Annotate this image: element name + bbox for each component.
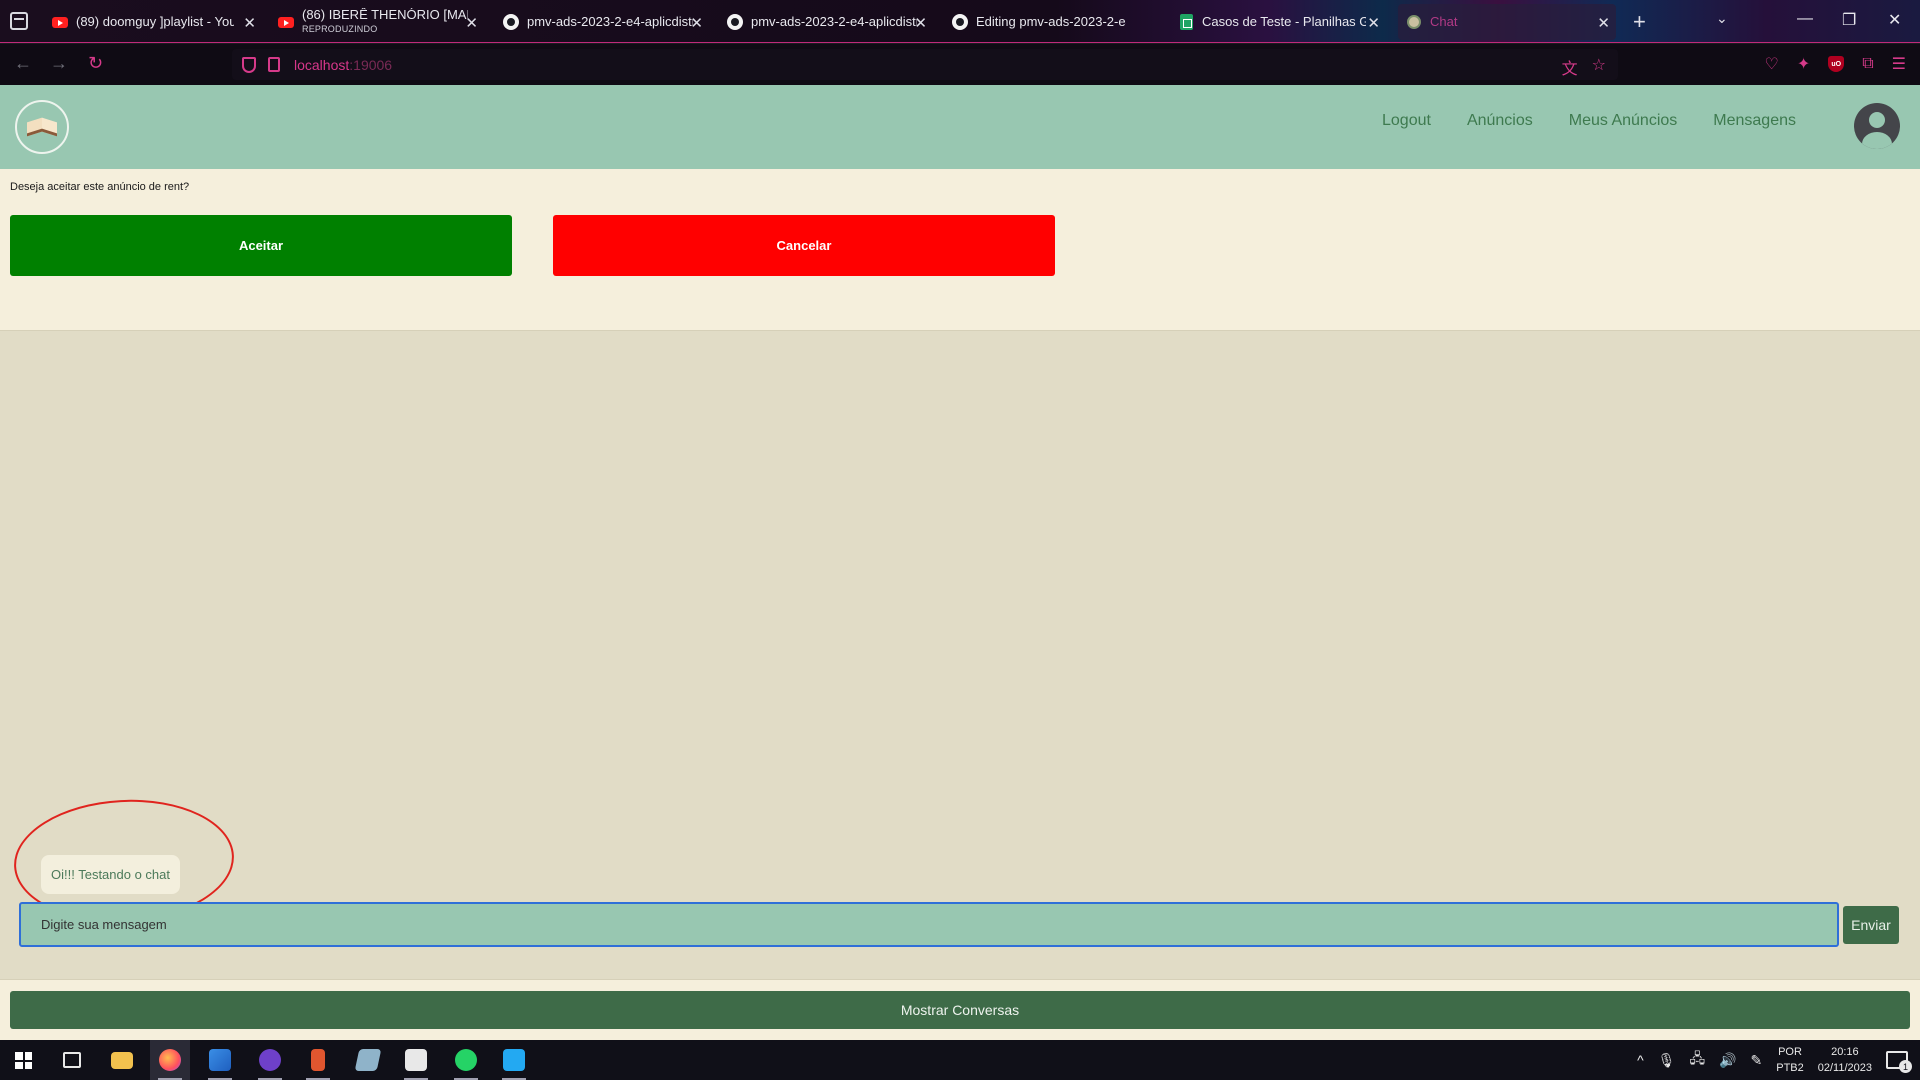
- new-tab-icon[interactable]: +: [1633, 9, 1646, 35]
- message-input[interactable]: [19, 902, 1839, 947]
- clock-time: 20:16: [1831, 1046, 1859, 1058]
- accept-button[interactable]: Aceitar: [10, 215, 512, 276]
- site-header: Logout Anúncios Meus Anúncios Mensagens: [0, 85, 1920, 169]
- notification-count: 1: [1899, 1060, 1912, 1073]
- keyboard-layout: PTB2: [1776, 1062, 1804, 1074]
- chat-favicon: [1406, 14, 1422, 30]
- url-host: localhost: [294, 56, 350, 73]
- task-view-icon[interactable]: [63, 1052, 81, 1068]
- clock-date: 02/11/2023: [1817, 1062, 1872, 1074]
- tab-title: (89) doomguy ]playlist - YouTube: [76, 15, 234, 29]
- youtube-icon: [52, 14, 68, 30]
- url-port: :19006: [349, 56, 393, 73]
- close-icon[interactable]: ✕: [243, 14, 256, 32]
- nav-meus-anuncios[interactable]: Meus Anúncios: [1569, 112, 1678, 130]
- tab-title: Casos de Teste - Planilhas Google: [1202, 15, 1366, 29]
- network-icon[interactable]: 🖧: [1689, 1048, 1705, 1072]
- close-icon[interactable]: ✕: [914, 14, 927, 32]
- book-logo-icon[interactable]: [15, 100, 69, 154]
- language-code: POR: [1778, 1046, 1802, 1058]
- github-icon: [503, 14, 519, 30]
- crop-screenshot-icon[interactable]: ⧉: [1862, 55, 1873, 73]
- notes-app-icon[interactable]: [348, 1040, 388, 1080]
- ublock-origin-icon[interactable]: uO: [1828, 56, 1845, 72]
- tab-title: pmv-ads-2023-2-e4-aplicdistrib-pmv-ads: [527, 15, 693, 29]
- reload-icon[interactable]: ↻: [88, 53, 103, 74]
- menu-icon[interactable]: ☰: [1892, 54, 1906, 74]
- chat-panel: Oi!!! Testando o chat Enviar: [0, 330, 1920, 980]
- forward-icon[interactable]: →: [50, 53, 68, 74]
- pocket-icon[interactable]: ♡: [1764, 54, 1778, 74]
- browser-tab-strip: (89) doomguy ]playlist - YouTube ✕ (86) …: [0, 0, 1920, 43]
- system-tray: ^ 🎙 🖧 🔊 ✎ POR PTB2 20:16 02/11/2023 1: [1637, 1040, 1920, 1080]
- github-icon: [727, 14, 743, 30]
- nav-anuncios[interactable]: Anúncios: [1467, 112, 1533, 130]
- tab-youtube-ibere[interactable]: (86) IBERÊ THENÓRIO [MANUAL DO MUNDO] RE…: [278, 4, 484, 40]
- notepad-icon[interactable]: [396, 1040, 436, 1080]
- tab-title: pmv-ads-2023-2-e4-aplicdistrib-pmv-ads: [751, 15, 917, 29]
- browser-toolbar: ← → ↻ localhost:19006 文 ☆ ♡ ✦ uO ⧉ ☰: [0, 44, 1920, 85]
- send-button[interactable]: Enviar: [1843, 906, 1899, 944]
- minimize-icon[interactable]: —: [1797, 10, 1813, 28]
- nav-mensagens[interactable]: Mensagens: [1713, 112, 1796, 130]
- tab-github-2[interactable]: pmv-ads-2023-2-e4-aplicdistrib-pmv-ads ✕: [727, 4, 933, 40]
- youtube-icon: [278, 14, 294, 30]
- url-bar[interactable]: localhost:19006 文 ☆: [232, 49, 1618, 80]
- chevron-up-icon[interactable]: ^: [1637, 1052, 1644, 1068]
- nav-logout[interactable]: Logout: [1382, 112, 1431, 130]
- user-avatar-icon[interactable]: [1854, 103, 1900, 149]
- github-desktop-icon[interactable]: [250, 1040, 290, 1080]
- back-icon[interactable]: ←: [14, 53, 32, 74]
- tab-list-icon[interactable]: [10, 12, 28, 30]
- accept-question: Deseja aceitar este anúncio de rent?: [10, 181, 190, 193]
- close-window-icon[interactable]: ✕: [1888, 10, 1901, 30]
- windows-start-icon[interactable]: [15, 1052, 32, 1069]
- bookmark-star-icon[interactable]: ☆: [1592, 55, 1606, 79]
- notification-center-icon[interactable]: 1: [1886, 1051, 1912, 1073]
- sheets-icon: [1178, 14, 1194, 30]
- show-conversations-button[interactable]: Mostrar Conversas: [10, 991, 1910, 1029]
- microphone-icon[interactable]: 🎙: [1658, 1052, 1676, 1069]
- file-explorer-icon[interactable]: [102, 1040, 142, 1080]
- tab-github-editing[interactable]: Editing pmv-ads-2023-2-e4-aplicdistrib: [952, 4, 1134, 40]
- volume-icon[interactable]: 🔊: [1719, 1052, 1736, 1069]
- web-page: Logout Anúncios Meus Anúncios Mensagens …: [0, 85, 1920, 1040]
- language-indicator[interactable]: POR PTB2: [1776, 1044, 1804, 1076]
- tab-title: Chat: [1430, 15, 1458, 29]
- tab-google-sheets[interactable]: Casos de Teste - Planilhas Google ✕: [1178, 4, 1386, 40]
- tab-playing-label: REPRODUZINDO: [302, 24, 378, 34]
- vscode-icon[interactable]: [494, 1040, 534, 1080]
- cancel-button[interactable]: Cancelar: [553, 215, 1055, 276]
- translate-icon[interactable]: 文: [1562, 55, 1578, 79]
- main-nav: Logout Anúncios Meus Anúncios Mensagens: [1382, 112, 1796, 130]
- clock[interactable]: 20:16 02/11/2023: [1818, 1044, 1872, 1076]
- page-info-icon[interactable]: [268, 57, 280, 72]
- close-icon[interactable]: ✕: [1367, 14, 1380, 32]
- tab-youtube-playlist[interactable]: (89) doomguy ]playlist - YouTube ✕: [52, 4, 262, 40]
- firefox-icon[interactable]: [150, 1040, 190, 1080]
- tab-title: (86) IBERÊ THENÓRIO [MANUAL DO MUNDO]: [302, 8, 468, 22]
- close-icon[interactable]: ✕: [690, 14, 703, 32]
- tab-github-1[interactable]: pmv-ads-2023-2-e4-aplicdistrib-pmv-ads ✕: [503, 4, 709, 40]
- taskbar: ^ 🎙 🖧 🔊 ✎ POR PTB2 20:16 02/11/2023 1: [0, 1040, 1920, 1080]
- photos-icon[interactable]: [200, 1040, 240, 1080]
- whatsapp-icon[interactable]: [446, 1040, 486, 1080]
- restore-icon[interactable]: ❐: [1842, 10, 1856, 30]
- close-icon[interactable]: ✕: [1597, 14, 1610, 32]
- audio-app-icon[interactable]: [298, 1040, 338, 1080]
- tab-chat[interactable]: Chat ✕: [1398, 4, 1616, 40]
- pen-icon[interactable]: ✎: [1751, 1052, 1763, 1069]
- url-text: localhost:19006: [294, 57, 392, 73]
- tab-title: Editing pmv-ads-2023-2-e4-aplicdistrib: [976, 15, 1126, 29]
- shield-icon[interactable]: [242, 56, 256, 73]
- github-icon: [952, 14, 968, 30]
- close-icon[interactable]: ✕: [465, 14, 478, 32]
- extensions-icon[interactable]: ✦: [1797, 54, 1810, 74]
- chevron-down-icon[interactable]: ⌄: [1716, 10, 1728, 27]
